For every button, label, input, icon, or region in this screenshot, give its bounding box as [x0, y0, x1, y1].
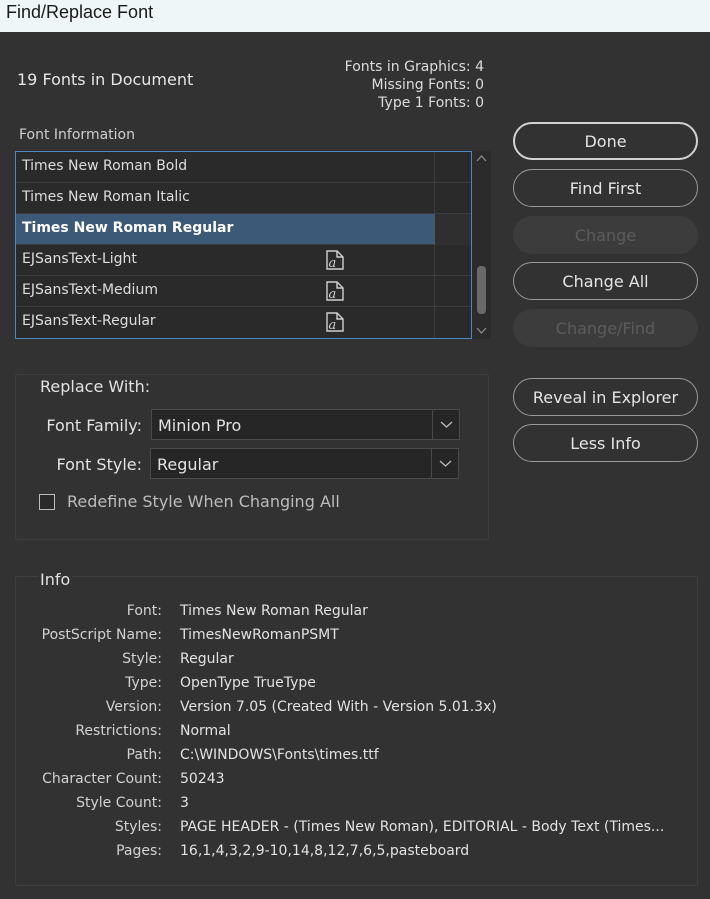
- info-key: Style:: [122, 651, 162, 667]
- font-name: Times New Roman Italic: [22, 189, 190, 205]
- done-button[interactable]: Done: [513, 122, 698, 160]
- info-row-path: Path: C:\WINDOWS\Fonts\times.ttf: [0, 747, 700, 771]
- info-row-restrictions: Restrictions: Normal: [0, 723, 700, 747]
- font-name: EJSansText-Regular: [22, 313, 156, 329]
- info-key: Restrictions:: [75, 723, 162, 739]
- info-value: Times New Roman Regular: [180, 603, 368, 619]
- font-family-value: Minion Pro: [158, 416, 242, 435]
- change-all-button[interactable]: Change All: [513, 262, 698, 300]
- font-list-item[interactable]: Times New Roman Bold: [16, 152, 471, 183]
- info-value: TimesNewRomanPSMT: [180, 627, 339, 643]
- info-key: Font:: [126, 603, 162, 619]
- chevron-down-icon[interactable]: [439, 459, 452, 468]
- info-value: C:\WINDOWS\Fonts\times.ttf: [180, 747, 379, 763]
- chevron-up-icon[interactable]: [476, 153, 487, 164]
- info-value: Regular: [180, 651, 234, 667]
- info-row-font: Font: Times New Roman Regular: [0, 603, 700, 627]
- font-list-item[interactable]: EJSansText-Regular a: [16, 307, 471, 338]
- info-row-styles: Styles: PAGE HEADER - (Times New Roman),…: [0, 819, 700, 843]
- find-first-button[interactable]: Find First: [513, 169, 698, 207]
- info-row-style: Style: Regular: [0, 651, 700, 675]
- change-find-button[interactable]: Change/Find: [513, 309, 698, 347]
- font-in-graphic-icon: a: [326, 281, 344, 302]
- info-key: Path:: [126, 747, 162, 763]
- font-in-graphic-icon: a: [326, 250, 344, 271]
- chevron-down-icon[interactable]: [476, 325, 487, 336]
- svg-text:a: a: [329, 287, 337, 302]
- info-value: Version 7.05 (Created With - Version 5.0…: [180, 699, 497, 715]
- replace-with-label: Replace With:: [40, 377, 151, 396]
- font-list-item[interactable]: Times New Roman Italic: [16, 183, 471, 214]
- fonts-in-graphics-stat: Fonts in Graphics: 4: [344, 59, 484, 75]
- font-information-label: Font Information: [19, 127, 135, 143]
- font-list-item[interactable]: EJSansText-Light a: [16, 245, 471, 276]
- info-key: Styles:: [114, 819, 162, 835]
- redefine-style-label: Redefine Style When Changing All: [67, 492, 340, 511]
- info-value: Normal: [180, 723, 231, 739]
- info-row-pages: Pages: 16,1,4,3,2,9-10,14,8,12,7,6,5,pas…: [0, 843, 700, 867]
- type1-fonts-stat: Type 1 Fonts: 0: [378, 95, 484, 111]
- info-row-version: Version: Version 7.05 (Created With - Ve…: [0, 699, 700, 723]
- font-stats: Fonts in Graphics: 4 Missing Fonts: 0 Ty…: [345, 58, 484, 112]
- info-key: Pages:: [116, 843, 162, 859]
- svg-text:a: a: [329, 256, 337, 271]
- info-row-type: Type: OpenType TrueType: [0, 675, 700, 699]
- font-name: Times New Roman Bold: [22, 158, 188, 174]
- font-family-label: Font Family:: [46, 416, 142, 435]
- font-family-select[interactable]: Minion Pro: [151, 409, 460, 440]
- info-value: OpenType TrueType: [180, 675, 316, 691]
- info-key: Version:: [105, 699, 162, 715]
- less-info-button[interactable]: Less Info: [513, 424, 698, 462]
- info-value: 50243: [180, 771, 225, 787]
- info-value: PAGE HEADER - (Times New Roman), EDITORI…: [180, 819, 665, 835]
- info-title: Info: [38, 570, 73, 589]
- info-value: 16,1,4,3,2,9-10,14,8,12,7,6,5,pasteboard: [180, 843, 470, 859]
- info-row-character-count: Character Count: 50243: [0, 771, 700, 795]
- info-key: Style Count:: [76, 795, 162, 811]
- font-list-item[interactable]: EJSansText-Medium a: [16, 276, 471, 307]
- font-list-item-selected[interactable]: Times New Roman Regular: [16, 214, 471, 245]
- font-in-graphic-icon: a: [326, 312, 344, 333]
- font-style-value: Regular: [157, 455, 219, 474]
- font-name: Times New Roman Regular: [22, 220, 234, 236]
- font-list-scrollbar[interactable]: [472, 151, 491, 339]
- fonts-in-document-count: 19 Fonts in Document: [17, 70, 194, 89]
- reveal-in-explorer-button[interactable]: Reveal in Explorer: [513, 378, 698, 416]
- window-title: Find/Replace Font: [0, 0, 710, 32]
- missing-fonts-stat: Missing Fonts: 0: [371, 77, 484, 93]
- info-value: 3: [180, 795, 189, 811]
- font-list[interactable]: Times New Roman Bold Times New Roman Ita…: [15, 151, 472, 339]
- font-style-select[interactable]: Regular: [150, 448, 459, 479]
- redefine-style-checkbox[interactable]: [39, 494, 55, 510]
- info-row-style-count: Style Count: 3: [0, 795, 700, 819]
- info-key: Character Count:: [42, 771, 162, 787]
- scrollbar-thumb[interactable]: [477, 266, 486, 314]
- info-key: PostScript Name:: [41, 627, 162, 643]
- font-name: EJSansText-Medium: [22, 282, 158, 298]
- info-key: Type:: [125, 675, 162, 691]
- font-style-label: Font Style:: [56, 455, 143, 474]
- change-button[interactable]: Change: [513, 216, 698, 254]
- chevron-down-icon[interactable]: [440, 420, 453, 429]
- font-name: EJSansText-Light: [22, 251, 137, 267]
- info-row-postscript-name: PostScript Name: TimesNewRomanPSMT: [0, 627, 700, 651]
- svg-text:a: a: [329, 318, 337, 333]
